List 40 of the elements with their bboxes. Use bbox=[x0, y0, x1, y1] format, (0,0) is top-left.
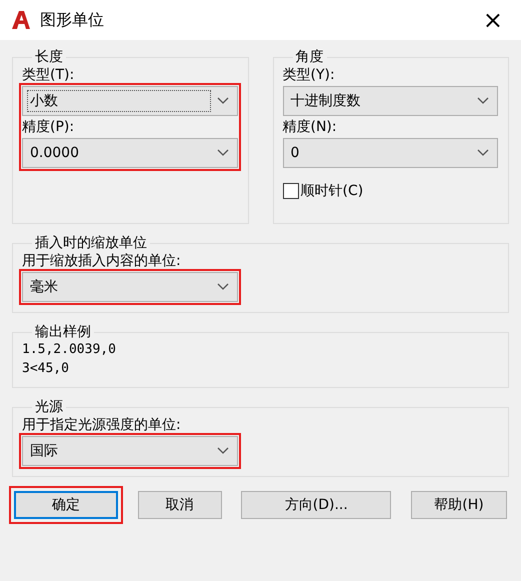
field-label: 用于指定光源强度的单位: bbox=[22, 416, 182, 434]
chevron-down-icon bbox=[216, 97, 228, 105]
chevron-down-icon bbox=[217, 283, 229, 291]
field-label: 精度(N): bbox=[282, 118, 338, 136]
dropdown-value: 0 bbox=[290, 144, 300, 163]
dropdown-value: 国际 bbox=[29, 442, 59, 461]
window-title: 图形单位 bbox=[40, 10, 105, 30]
dialog-button[interactable]: 取消 bbox=[138, 491, 222, 519]
chevron-down-icon bbox=[217, 447, 229, 455]
group-title: 输出样例 bbox=[34, 323, 92, 341]
dropdown[interactable]: 国际 bbox=[22, 436, 238, 466]
chevron-down-icon bbox=[477, 149, 489, 157]
dropdown[interactable]: 小数 bbox=[22, 86, 238, 116]
dialog-button[interactable]: 方向(D)... bbox=[241, 491, 392, 519]
checkbox-label: 顺时针(C) bbox=[300, 182, 364, 200]
dropdown-value: 毫米 bbox=[29, 278, 59, 297]
dropdown-value: 0.0000 bbox=[29, 144, 80, 163]
field-label: 类型(Y): bbox=[282, 66, 336, 84]
close-button[interactable]: × bbox=[476, 8, 509, 32]
dropdown[interactable]: 0.0000 bbox=[22, 138, 238, 168]
dropdown-value: 小数 bbox=[27, 90, 210, 112]
field-label: 用于缩放插入内容的单位: bbox=[22, 252, 182, 270]
field-label: 类型(T): bbox=[22, 66, 76, 84]
sample-text: 1.5,2.0039,0 bbox=[22, 341, 117, 358]
field-label: 精度(P): bbox=[22, 118, 76, 136]
chevron-down-icon bbox=[477, 97, 489, 105]
dropdown[interactable]: 十进制度数 bbox=[282, 86, 498, 116]
group-title: 光源 bbox=[34, 398, 64, 416]
dropdown[interactable]: 0 bbox=[282, 138, 498, 168]
dialog-button[interactable]: 帮助(H) bbox=[410, 491, 507, 519]
group-title: 插入时的缩放单位 bbox=[34, 234, 148, 252]
dropdown[interactable]: 毫米 bbox=[22, 272, 238, 302]
sample-text: 3<45,0 bbox=[22, 360, 70, 377]
checkbox[interactable] bbox=[282, 183, 298, 199]
chevron-down-icon bbox=[216, 149, 228, 157]
app-logo-icon bbox=[10, 9, 32, 31]
group-title: 角度 bbox=[294, 48, 324, 66]
dialog-button[interactable]: 确定 bbox=[14, 491, 118, 519]
dropdown-value: 十进制度数 bbox=[290, 92, 362, 111]
group-title: 长度 bbox=[34, 48, 64, 66]
